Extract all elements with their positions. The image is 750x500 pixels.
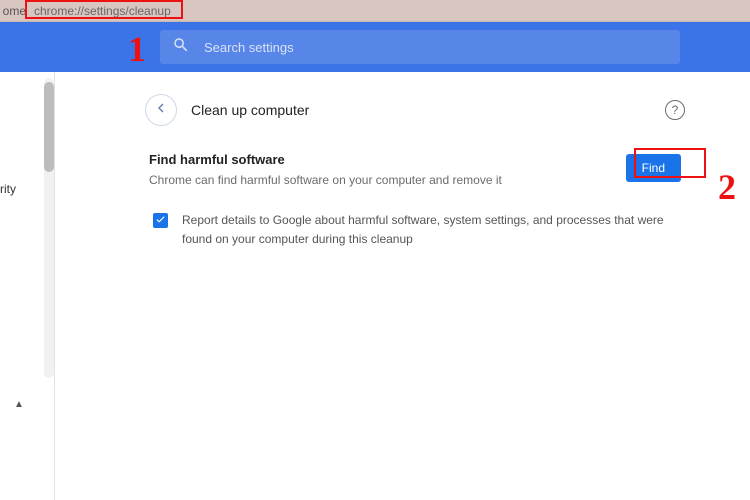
section-title: Find harmful software (149, 152, 606, 167)
sidebar-item-security[interactable]: rity (0, 182, 16, 196)
main-content: Clean up computer ? Find harmful softwar… (55, 72, 750, 500)
address-bar[interactable]: ome chrome://settings/cleanup (0, 0, 750, 22)
help-icon: ? (672, 103, 679, 117)
find-button[interactable]: Find (626, 154, 681, 182)
address-url[interactable]: chrome://settings/cleanup (30, 3, 175, 19)
help-button[interactable]: ? (665, 100, 685, 120)
find-harmful-section: Find harmful software Chrome can find ha… (145, 134, 685, 249)
check-icon (155, 212, 166, 230)
home-label: ome (0, 4, 30, 18)
report-label: Report details to Google about harmful s… (182, 211, 677, 249)
page-title: Clean up computer (191, 102, 665, 118)
sidebar-scroll-thumb[interactable] (44, 82, 54, 172)
back-button[interactable] (145, 94, 177, 126)
search-icon (172, 36, 204, 59)
settings-banner (0, 22, 750, 72)
search-input[interactable] (204, 40, 668, 55)
settings-card: Clean up computer ? Find harmful softwar… (145, 86, 685, 249)
report-checkbox[interactable] (153, 213, 168, 228)
search-settings[interactable] (160, 30, 680, 64)
arrow-left-icon (153, 100, 169, 121)
section-desc: Chrome can find harmful software on your… (149, 171, 606, 189)
sidebar: rity ▲ (0, 72, 55, 500)
chevron-up-icon[interactable]: ▲ (14, 399, 24, 410)
report-row[interactable]: Report details to Google about harmful s… (149, 211, 681, 249)
card-header: Clean up computer ? (145, 86, 685, 134)
